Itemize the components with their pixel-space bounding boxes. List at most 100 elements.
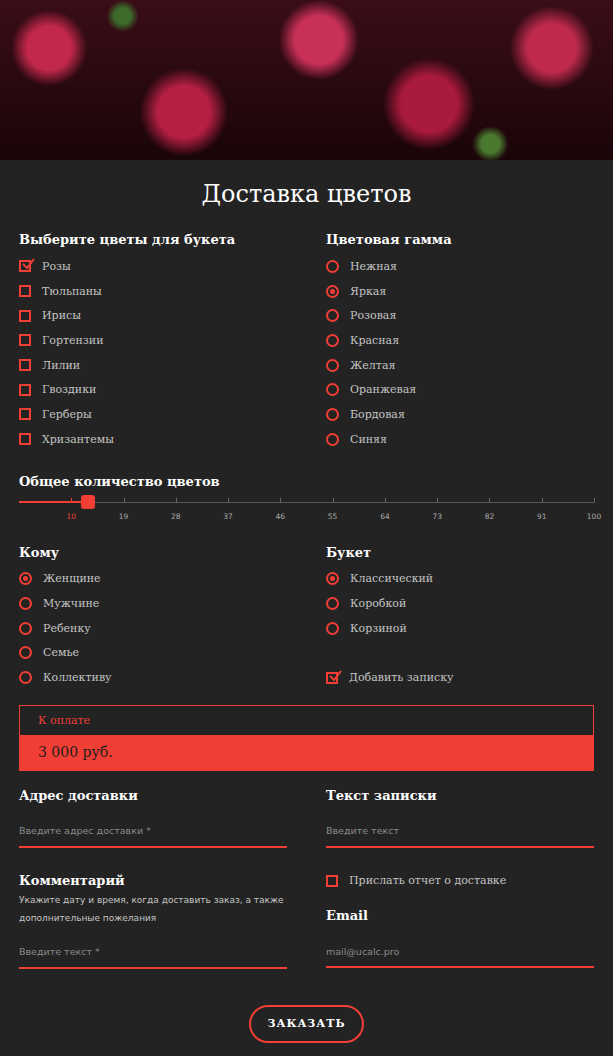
checkbox[interactable] xyxy=(19,433,31,445)
checkbox-option[interactable]: Хризантемы xyxy=(19,427,287,452)
tick-mark xyxy=(489,498,490,503)
radio-option[interactable]: Синяя xyxy=(326,427,594,452)
price-label: К оплате xyxy=(20,706,593,735)
checkbox[interactable] xyxy=(19,384,31,396)
checkbox-option[interactable]: Ирисы xyxy=(19,303,287,328)
radio[interactable] xyxy=(326,383,339,396)
order-form: Выберите цветы для букета Розы ТюльпаныИри… xyxy=(0,230,613,1043)
radio-option[interactable]: Коллективу xyxy=(19,665,287,690)
option-label: Классический xyxy=(350,572,433,585)
radio[interactable] xyxy=(326,260,339,273)
radio-option[interactable]: Корзиной xyxy=(326,616,594,641)
radio-option[interactable]: Бордовая xyxy=(326,402,594,427)
radio[interactable] xyxy=(326,572,339,585)
group-title: Выберите цветы для букета xyxy=(19,230,287,250)
radio[interactable] xyxy=(19,572,32,585)
option-label: Розовая xyxy=(350,309,396,322)
checkbox[interactable] xyxy=(19,310,31,322)
radio-option[interactable]: Нежная xyxy=(326,254,594,279)
tick-label: 37 xyxy=(223,512,233,522)
option-label: Гортензии xyxy=(42,334,104,347)
option-label: Корзиной xyxy=(350,622,407,635)
option-label: Коллективу xyxy=(43,671,112,684)
field-label: Текст записки xyxy=(326,786,594,806)
tick-mark xyxy=(594,498,595,503)
checkbox[interactable] xyxy=(326,875,338,887)
radio-option[interactable]: Семье xyxy=(19,641,287,666)
radio[interactable] xyxy=(326,359,339,372)
checkbox[interactable] xyxy=(19,285,31,297)
slider-title: Общее количество цветов xyxy=(19,472,594,492)
field-hint: Укажите дату и время, когда доставить за… xyxy=(19,891,287,927)
checkbox[interactable] xyxy=(19,359,31,371)
tick-mark xyxy=(176,498,177,503)
radio-option[interactable]: Классический xyxy=(326,567,594,592)
address-input[interactable] xyxy=(19,806,287,848)
radio[interactable] xyxy=(326,622,339,635)
radio[interactable] xyxy=(19,597,32,610)
radio[interactable] xyxy=(326,309,339,322)
checkbox[interactable] xyxy=(19,260,31,272)
tick-mark xyxy=(124,498,125,503)
tick-mark xyxy=(228,498,229,503)
recipient-group: Кому Женщине Мужчине Ребенку Семье Коллективу xyxy=(19,543,287,690)
tick-label: 46 xyxy=(276,512,286,522)
radio-option[interactable]: Розовая xyxy=(326,303,594,328)
radio[interactable] xyxy=(19,622,32,635)
radio[interactable] xyxy=(326,408,339,421)
checkbox[interactable] xyxy=(326,672,338,684)
group-title: Кому xyxy=(19,543,287,563)
option-label: Нежная xyxy=(350,260,397,273)
price-box: К оплате3 000 руб. xyxy=(19,705,594,771)
option-label: Женщине xyxy=(43,572,101,585)
email-field: Прислать отчет о доставкеEmail xyxy=(326,848,594,969)
hero-photo xyxy=(0,0,613,160)
radio[interactable] xyxy=(19,671,32,684)
option-label: Розы xyxy=(42,260,71,273)
check-icon xyxy=(21,257,35,271)
option-label: Коробкой xyxy=(350,597,406,610)
page-title: Доставка цветов xyxy=(0,160,613,210)
slider-thumb[interactable] xyxy=(81,495,95,509)
radio-option[interactable]: Ребенку xyxy=(19,616,287,641)
comment-field: КомментарийУкажите дату и время, когда д… xyxy=(19,848,287,969)
radio[interactable] xyxy=(326,334,339,347)
checkbox-option[interactable]: Розы xyxy=(19,254,287,279)
option-label: Ребенку xyxy=(43,622,91,635)
tick-label: 73 xyxy=(432,512,442,522)
track-line xyxy=(19,502,594,503)
radio-dot xyxy=(23,576,28,581)
radio-option[interactable]: Яркая xyxy=(326,279,594,304)
checkbox-option[interactable]: Лилии xyxy=(19,353,287,378)
checkbox-option[interactable]: Добавить записку xyxy=(326,665,594,690)
radio[interactable] xyxy=(19,646,32,659)
comment-input[interactable] xyxy=(19,927,287,969)
radio-option[interactable]: Мужчине xyxy=(19,591,287,616)
radio-option[interactable]: Красная xyxy=(326,328,594,353)
radio-option[interactable]: Желтая xyxy=(326,353,594,378)
note-input[interactable] xyxy=(326,806,594,848)
tick-mark xyxy=(437,498,438,503)
radio-option[interactable]: Оранжевая xyxy=(326,377,594,402)
radio-option[interactable]: Коробкой xyxy=(326,591,594,616)
option-label: Красная xyxy=(350,334,399,347)
address-field: Адрес доставки xyxy=(19,786,287,848)
radio[interactable] xyxy=(326,433,339,446)
checkbox-option[interactable]: Тюльпаны xyxy=(19,279,287,304)
radio-option[interactable]: Женщине xyxy=(19,567,287,592)
email-input[interactable] xyxy=(326,926,594,968)
slider-track[interactable] xyxy=(19,492,594,512)
option-label: Бордовая xyxy=(350,408,405,421)
radio[interactable] xyxy=(326,285,339,298)
checkbox-option[interactable]: Гортензии xyxy=(19,328,287,353)
checkbox[interactable] xyxy=(19,334,31,346)
checkbox[interactable] xyxy=(19,408,31,420)
checkbox-option[interactable]: Гвоздики xyxy=(19,377,287,402)
fields-grid: КомментарийУкажите дату и время, когда д… xyxy=(19,848,594,969)
tick-label: 82 xyxy=(485,512,495,522)
checkbox-option[interactable]: Герберы xyxy=(19,402,287,427)
submit-button[interactable]: ЗАКАЗАТЬ xyxy=(249,1005,363,1043)
checkbox-option[interactable]: Прислать отчет о доставке xyxy=(326,869,594,894)
radio[interactable] xyxy=(326,597,339,610)
option-label: Прислать отчет о доставке xyxy=(349,874,506,887)
